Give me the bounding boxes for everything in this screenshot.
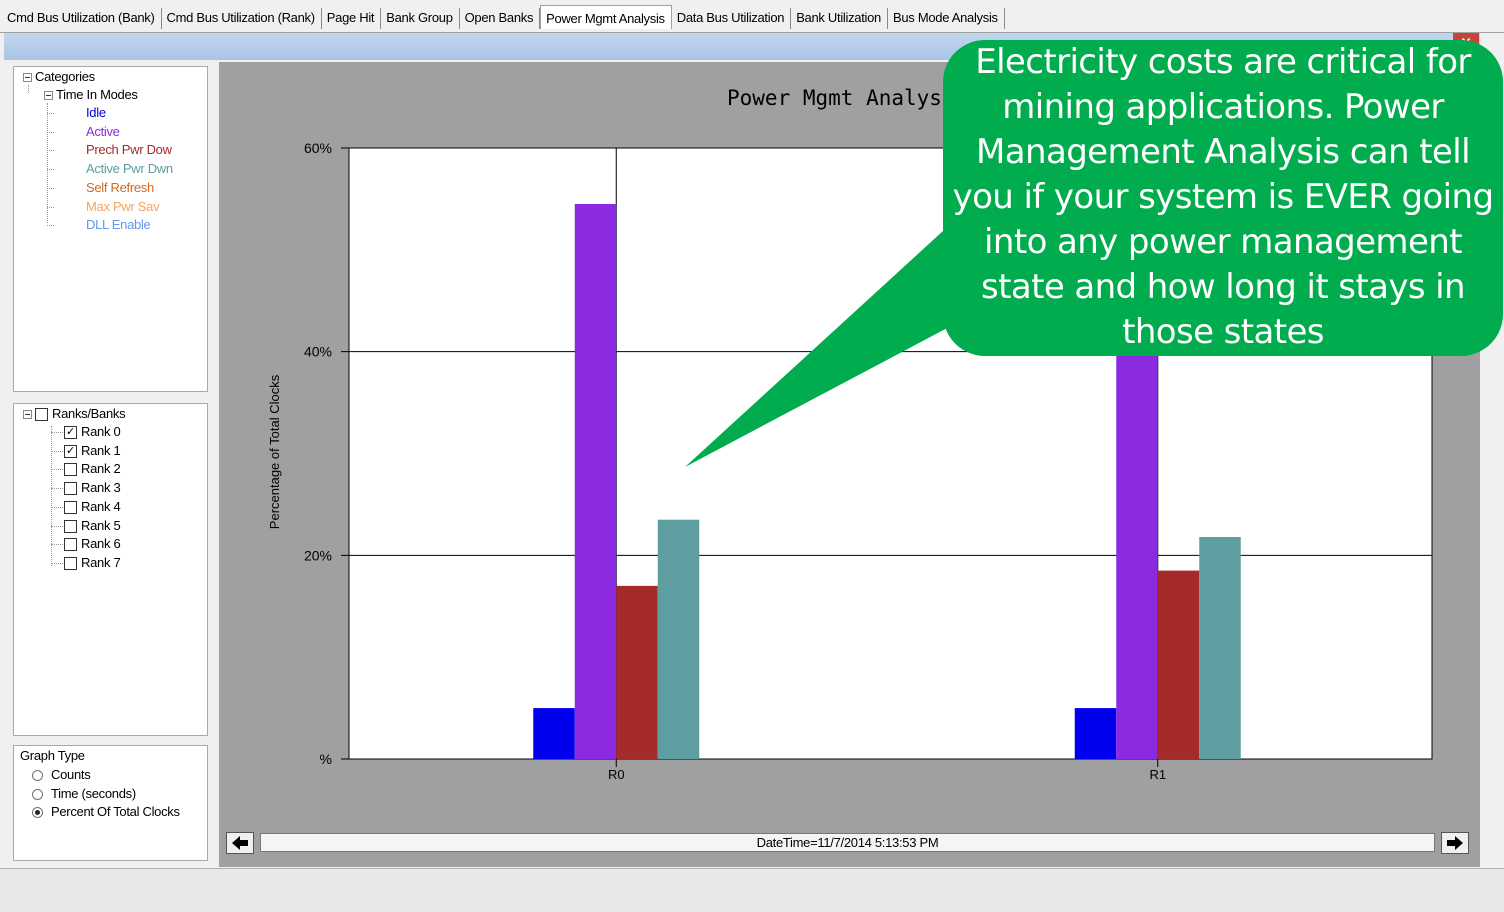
status-bar (0, 868, 1504, 912)
y-tick-label: 40% (304, 344, 332, 360)
category-max-pwr-sav[interactable]: Max Pwr Sav (86, 199, 160, 215)
rank-item-0[interactable]: ✓ Rank 0 (64, 424, 121, 440)
radio-label: Percent Of Total Clocks (51, 804, 180, 820)
rank-checkbox[interactable] (64, 463, 77, 477)
category-active-pwr-dwn[interactable]: Active Pwr Dwn (86, 161, 173, 177)
next-button[interactable] (1441, 832, 1469, 854)
tab-bar: Cmd Bus Utilization (Bank) Cmd Bus Utiliz… (0, 0, 1504, 33)
rank-label: Rank 5 (81, 517, 121, 533)
rank-checkbox[interactable] (64, 538, 77, 552)
tab-open-banks[interactable]: Open Banks (460, 8, 541, 29)
rank-label: Rank 1 (81, 442, 121, 458)
rank-label: Rank 4 (81, 498, 121, 514)
rank-item-1[interactable]: ✓ Rank 1 (64, 442, 121, 459)
rank-item-2[interactable]: Rank 2 (64, 461, 121, 477)
radio-label: Time (seconds) (51, 785, 136, 801)
datetime-label: DateTime=11/7/2014 5:13:53 PM (260, 833, 1435, 852)
category-idle[interactable]: Idle (86, 105, 106, 121)
rank-checkbox[interactable] (64, 482, 77, 496)
y-tick-label: 20% (304, 547, 332, 563)
rank-item-3[interactable]: Rank 3 (64, 480, 121, 496)
categories-panel: Categories Time In Modes Idle Active Prech… (13, 66, 208, 392)
tabs-strip: Cmd Bus Utilization (Bank) Cmd Bus Utiliz… (2, 5, 1005, 29)
left-arrow-icon (232, 836, 248, 850)
rank-item-6[interactable]: Rank 6 (64, 536, 121, 552)
category-dll-enable[interactable]: DLL Enable (86, 217, 151, 233)
rank-item-4[interactable]: Rank 4 (64, 498, 121, 515)
radio-button[interactable] (32, 788, 43, 800)
time-in-modes-node[interactable]: Time In Modes (44, 87, 138, 103)
category-active[interactable]: Active (86, 124, 120, 140)
graph-type-panel: Graph Type Counts Time (seconds) Percent O… (13, 745, 208, 861)
categories-root-label: Categories (35, 69, 95, 84)
y-tick-label: % (320, 751, 332, 767)
bar-prech-pwr-dow-r0 (616, 585, 658, 759)
ranks-root-label: Ranks/Banks (52, 406, 126, 421)
tab-data-bus-utilization[interactable]: Data Bus Utilization (672, 8, 792, 29)
rank-label: Rank 7 (81, 554, 121, 570)
ranks-root[interactable]: Ranks/Banks (23, 406, 126, 422)
tab-bank-utilization[interactable]: Bank Utilization (791, 8, 888, 29)
rank-label: Rank 6 (81, 536, 121, 552)
collapse-icon[interactable] (23, 73, 32, 83)
graph-type-label: Graph Type (20, 748, 85, 763)
tab-bank-group[interactable]: Bank Group (381, 8, 460, 29)
chart-title: Power Mgmt Analysis (727, 86, 967, 110)
bar-active-pwr-dwn-r0 (657, 519, 700, 759)
collapse-icon[interactable] (44, 91, 53, 101)
radio-button[interactable] (32, 770, 43, 782)
radio-button[interactable] (32, 807, 43, 819)
x-tick-label: R0 (608, 767, 625, 782)
bar-idle-r1 (1074, 708, 1117, 759)
tab-page-hit[interactable]: Page Hit (322, 8, 382, 29)
rank-checkbox[interactable] (64, 500, 77, 514)
rank-item-5[interactable]: Rank 5 (64, 517, 121, 534)
collapse-icon[interactable] (23, 410, 32, 420)
rank-checkbox[interactable] (64, 519, 77, 533)
rank-label: Rank 3 (81, 480, 121, 496)
ranks-panel: Ranks/Banks ✓ Rank 0 ✓ Rank 1 Rank 2 Rank 3 Ra… (13, 403, 208, 736)
rank-checkbox[interactable]: ✓ (64, 426, 77, 440)
right-arrow-icon (1447, 836, 1463, 850)
bar-prech-pwr-dow-r1 (1157, 570, 1200, 759)
prev-button[interactable] (226, 832, 254, 854)
tab-power-mgmt-analysis[interactable]: Power Mgmt Analysis (540, 5, 672, 29)
bar-active-r0 (574, 204, 617, 760)
tab-cmd-bus-utilization-bank[interactable]: Cmd Bus Utilization (Bank) (2, 8, 162, 29)
bar-active-pwr-dwn-r1 (1199, 537, 1241, 759)
graph-type-option-2[interactable]: Percent Of Total Clocks (32, 804, 180, 820)
tab-bus-mode-analysis[interactable]: Bus Mode Analysis (888, 8, 1005, 29)
bar-idle-r0 (533, 708, 575, 759)
categories-root[interactable]: Categories (23, 69, 95, 85)
graph-type-option-0[interactable]: Counts (32, 767, 91, 783)
rank-checkbox[interactable] (64, 556, 77, 570)
ranks-root-checkbox[interactable] (35, 408, 48, 422)
radio-label: Counts (51, 767, 91, 782)
y-tick-label: 60% (304, 140, 332, 156)
time-in-modes-label: Time In Modes (56, 87, 138, 102)
x-tick-label: R1 (1149, 767, 1166, 782)
y-axis-label: Percentage of Total Clocks (267, 374, 282, 529)
graph-type-option-1[interactable]: Time (seconds) (32, 786, 136, 802)
category-self-refresh[interactable]: Self Refresh (86, 180, 154, 196)
tab-cmd-bus-utilization-rank[interactable]: Cmd Bus Utilization (Rank) (162, 8, 322, 29)
rank-label: Rank 2 (81, 461, 121, 477)
category-prech-pwr-dow[interactable]: Prech Pwr Dow (86, 142, 172, 158)
rank-item-7[interactable]: Rank 7 (64, 554, 121, 571)
bar-active-r1 (1116, 331, 1158, 759)
rank-checkbox[interactable]: ✓ (64, 444, 77, 458)
rank-label: Rank 0 (81, 424, 121, 439)
callout-text: Electricity costs are critical for minin… (952, 42, 1494, 352)
